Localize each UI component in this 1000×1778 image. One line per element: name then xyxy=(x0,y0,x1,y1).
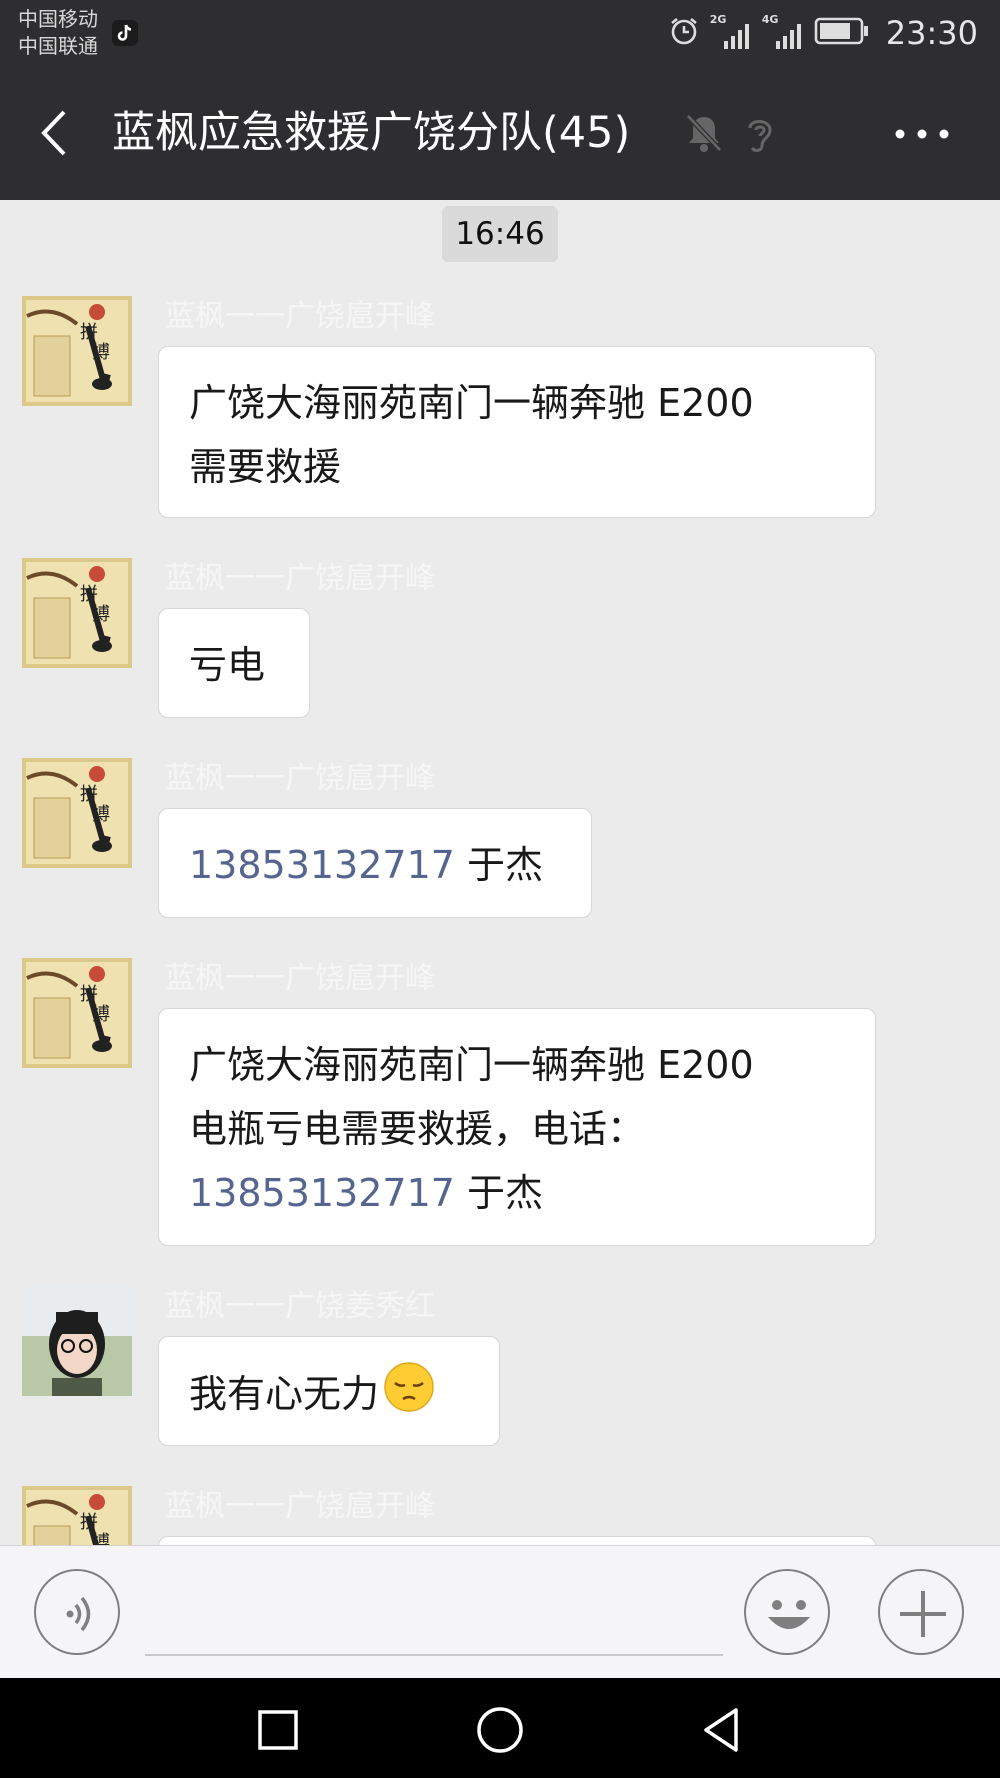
svg-text:拼: 拼 xyxy=(80,584,98,605)
avatar[interactable]: 拼搏 xyxy=(22,758,132,868)
more-icon xyxy=(895,129,949,139)
avatar[interactable]: 拼搏 xyxy=(22,958,132,1068)
message-text: 广饶大海丽苑南门一辆奔驰 E200 xyxy=(189,1043,754,1087)
status-bar: 中国移动 中国联通 2G 4G 23:30 xyxy=(0,0,1000,66)
plus-icon xyxy=(900,1591,946,1637)
sender-name: 蓝枫一一广饶扈开峰 xyxy=(165,961,435,996)
more-functions-button[interactable] xyxy=(878,1569,964,1655)
sender-name: 蓝枫一一广饶扈开峰 xyxy=(165,761,435,796)
back-triangle-icon xyxy=(704,1708,738,1752)
svg-text:拼: 拼 xyxy=(80,322,98,343)
phone-link[interactable]: 13853132717 xyxy=(189,843,455,887)
message-text: 需要救援 xyxy=(189,445,342,489)
svg-text:搏: 搏 xyxy=(92,1532,110,1545)
message-bubble[interactable]: 广饶大海丽苑南门一辆奔驰 E200 电瓶亏电需要救援，电话： 138531327… xyxy=(158,1008,876,1246)
svg-text:拼: 拼 xyxy=(80,984,98,1005)
clock: 23:30 xyxy=(885,14,978,52)
pensive-face-emoji xyxy=(383,1361,435,1432)
signal-4g: 4G xyxy=(762,13,804,51)
message-bubble[interactable]: 我有心无力 xyxy=(158,1336,500,1446)
svg-text:拼: 拼 xyxy=(80,1512,98,1533)
sender-name: 蓝枫一一广饶扈开峰 xyxy=(165,561,435,596)
message-input[interactable] xyxy=(145,1568,723,1656)
input-bar xyxy=(0,1545,1000,1678)
carrier-1: 中国移动 xyxy=(18,7,98,31)
avatar[interactable]: 拼搏 xyxy=(22,1486,132,1545)
message-bubble[interactable]: 亏电 xyxy=(158,608,310,718)
chat-header: 蓝枫应急救援广饶分队(45) xyxy=(0,66,1000,200)
svg-text:搏: 搏 xyxy=(92,342,110,363)
tiktok-icon xyxy=(112,20,138,46)
earpiece-icon xyxy=(740,112,780,160)
system-nav-bar xyxy=(0,1678,1000,1778)
avatar[interactable]: 拼搏 xyxy=(22,558,132,668)
back-arrow-icon xyxy=(41,110,66,156)
signal-2g: 2G xyxy=(710,13,752,51)
message-text: 电瓶亏电需要救援，电话： xyxy=(189,1107,646,1151)
sender-name: 蓝枫一一广饶扈开峰 xyxy=(165,1489,435,1524)
chat-area[interactable]: 16:46 拼搏 蓝枫一一广饶扈开峰 广饶大海丽苑南门一辆奔驰 E200 需要救… xyxy=(0,200,1000,1545)
emoji-button[interactable] xyxy=(744,1569,830,1655)
message-timestamp: 16:46 xyxy=(442,206,558,262)
svg-text:拼: 拼 xyxy=(80,784,98,805)
recents-button[interactable] xyxy=(248,1700,308,1760)
home-circle-icon xyxy=(477,1707,523,1753)
smiley-icon xyxy=(768,1600,810,1629)
more-button[interactable] xyxy=(890,112,954,156)
battery-icon xyxy=(814,16,870,50)
message-text: 于杰 xyxy=(454,843,544,887)
message-text: 于杰 xyxy=(454,1171,544,1215)
back-button[interactable] xyxy=(30,106,84,160)
carrier-2: 中国联通 xyxy=(18,34,98,58)
home-button[interactable] xyxy=(470,1700,530,1760)
recents-square-icon xyxy=(258,1710,298,1750)
alarm-icon xyxy=(668,15,700,51)
chat-title: 蓝枫应急救援广饶分队(45) xyxy=(112,108,631,158)
message-text: 广饶大海丽苑南门一辆奔驰 E200 xyxy=(189,381,754,425)
carrier-info: 中国移动 中国联通 xyxy=(18,6,98,60)
svg-text:搏: 搏 xyxy=(92,1004,110,1025)
mute-bell-icon xyxy=(684,112,724,158)
phone-link[interactable]: 13853132717 xyxy=(189,1171,455,1215)
signal-icon xyxy=(723,24,749,49)
sender-name: 蓝枫一一广饶姜秀红 xyxy=(165,1289,435,1324)
svg-text:搏: 搏 xyxy=(92,804,110,825)
status-icons: 2G 4G 23:30 xyxy=(668,12,978,54)
avatar[interactable]: 拼搏 xyxy=(22,296,132,406)
back-nav-button[interactable] xyxy=(692,1700,752,1760)
message-bubble[interactable]: 广饶大海丽苑南门一辆奔驰 E200 需要救援 xyxy=(158,346,876,518)
message-bubble[interactable] xyxy=(158,1536,876,1545)
message-bubble[interactable]: 13853132717 于杰 xyxy=(158,808,592,918)
voice-button[interactable] xyxy=(34,1569,120,1655)
sender-name: 蓝枫一一广饶扈开峰 xyxy=(165,299,435,334)
message-text: 我有心无力 xyxy=(189,1372,380,1416)
message-text: 亏电 xyxy=(189,643,266,687)
voice-icon xyxy=(66,1596,91,1632)
avatar[interactable] xyxy=(22,1286,132,1396)
svg-text:搏: 搏 xyxy=(92,604,110,625)
